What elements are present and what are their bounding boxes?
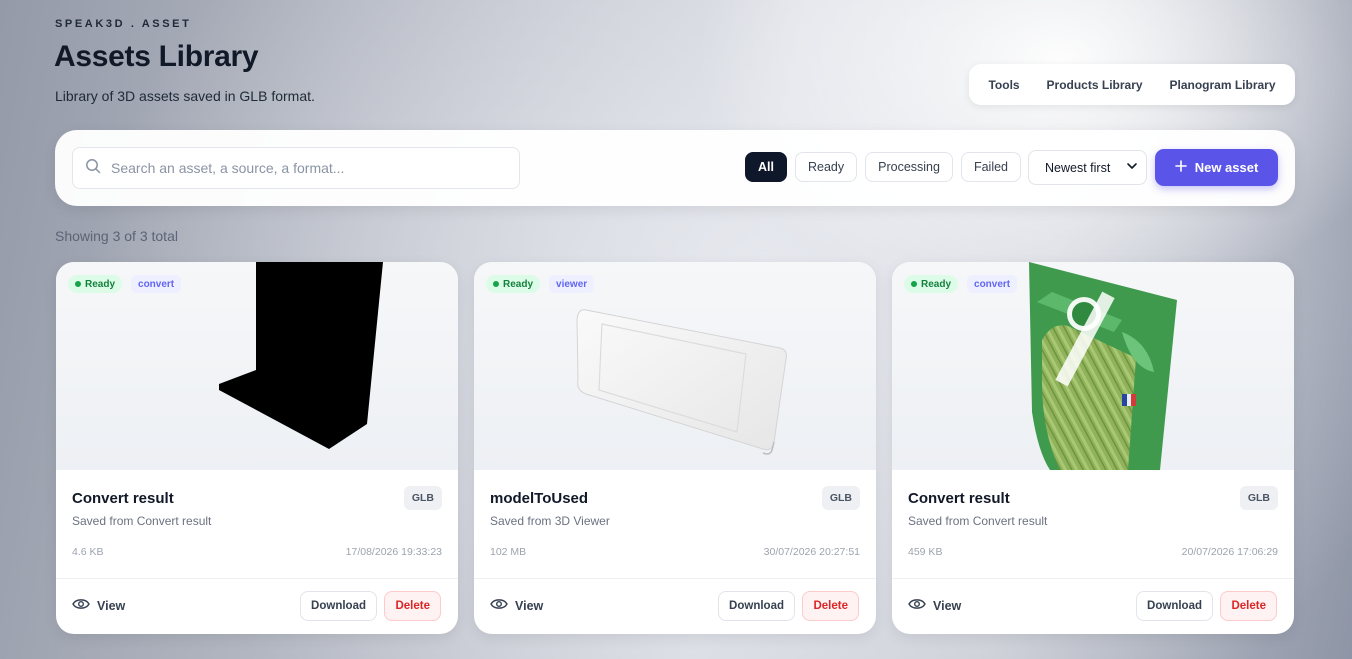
nav-products-library[interactable]: Products Library [1047, 78, 1143, 92]
filter-all[interactable]: All [745, 152, 787, 182]
delete-button[interactable]: Delete [384, 591, 441, 621]
asset-preview-bracket [219, 262, 383, 449]
asset-date: 17/08/2026 19:33:23 [345, 546, 442, 558]
card-divider [474, 578, 876, 579]
view-label: View [97, 598, 126, 613]
eye-icon [908, 598, 926, 613]
eye-icon [72, 598, 90, 613]
status-dot [75, 281, 81, 287]
sort-select[interactable]: Newest first [1028, 150, 1147, 185]
nav-planogram-library[interactable]: Planogram Library [1169, 78, 1275, 92]
new-asset-label: New asset [1194, 160, 1259, 175]
toolbar: All Ready Processing Failed Newest first… [55, 130, 1295, 206]
card-badges: Ready convert [68, 275, 182, 293]
source-tag: convert [131, 275, 182, 293]
page-title: Assets Library [54, 40, 259, 73]
page-subtitle: Library of 3D assets saved in GLB format… [55, 88, 315, 104]
status-dot [493, 281, 499, 287]
delete-button[interactable]: Delete [1220, 591, 1277, 621]
asset-thumbnail[interactable]: Ready convert [892, 262, 1294, 470]
new-asset-button[interactable]: New asset [1155, 149, 1278, 186]
format-badge: GLB [821, 486, 860, 510]
asset-thumbnail[interactable]: Ready viewer [474, 262, 876, 470]
eye-icon [490, 598, 508, 613]
brand-label: SPEAK3D . ASSET [55, 18, 192, 30]
asset-size: 102 MB [490, 546, 527, 558]
view-button[interactable]: View [908, 598, 961, 613]
asset-preview-tray [576, 309, 787, 455]
source-tag: viewer [549, 275, 595, 293]
asset-date: 30/07/2026 20:27:51 [763, 546, 860, 558]
asset-size: 4.6 KB [72, 546, 104, 558]
asset-description: Saved from Convert result [908, 514, 1048, 528]
asset-title: Convert result [908, 490, 1010, 507]
status-filters: All Ready Processing Failed [745, 152, 1022, 182]
top-navigation: Tools Products Library Planogram Library [969, 64, 1295, 105]
asset-size: 459 KB [908, 546, 943, 558]
view-button[interactable]: View [72, 598, 125, 613]
view-button[interactable]: View [490, 598, 543, 613]
format-badge: GLB [403, 486, 442, 510]
card-badges: Ready viewer [486, 275, 595, 293]
asset-card: Ready convert Convert result GLB Saved f… [892, 262, 1294, 634]
status-badge-label: Ready [85, 278, 116, 290]
sort-select-value: Newest first [1045, 160, 1111, 175]
card-divider [56, 578, 458, 579]
view-label: View [933, 598, 962, 613]
filter-processing[interactable]: Processing [865, 152, 953, 182]
view-label: View [515, 598, 544, 613]
source-tag: convert [967, 275, 1018, 293]
status-badge-label: Ready [921, 278, 952, 290]
status-dot [911, 281, 917, 287]
asset-card: Ready viewer modelToUsed GLB Saved from … [474, 262, 876, 634]
status-badge: Ready [68, 275, 123, 293]
delete-button[interactable]: Delete [802, 591, 859, 621]
search-input[interactable] [111, 160, 511, 176]
asset-preview-bean-bag [1029, 262, 1177, 470]
format-badge: GLB [1239, 486, 1278, 510]
asset-card: Ready convert Convert result GLB Saved f… [56, 262, 458, 634]
asset-title: Convert result [72, 490, 174, 507]
status-badge: Ready [904, 275, 959, 293]
card-badges: Ready convert [904, 275, 1018, 293]
status-badge: Ready [486, 275, 541, 293]
status-badge-label: Ready [503, 278, 534, 290]
download-button[interactable]: Download [718, 591, 795, 621]
asset-date: 20/07/2026 17:06:29 [1181, 546, 1278, 558]
nav-tools[interactable]: Tools [988, 78, 1019, 92]
asset-description: Saved from 3D Viewer [490, 514, 610, 528]
search-icon [85, 158, 101, 179]
download-button[interactable]: Download [1136, 591, 1213, 621]
search-box[interactable] [72, 147, 520, 189]
card-divider [892, 578, 1294, 579]
chevron-down-icon [1126, 160, 1138, 175]
results-count: Showing 3 of 3 total [55, 228, 178, 244]
asset-title: modelToUsed [490, 490, 589, 507]
download-button[interactable]: Download [300, 591, 377, 621]
asset-description: Saved from Convert result [72, 514, 212, 528]
asset-thumbnail[interactable]: Ready convert [56, 262, 458, 470]
filter-ready[interactable]: Ready [794, 152, 858, 182]
filter-failed[interactable]: Failed [960, 152, 1022, 182]
plus-icon [1174, 160, 1187, 175]
